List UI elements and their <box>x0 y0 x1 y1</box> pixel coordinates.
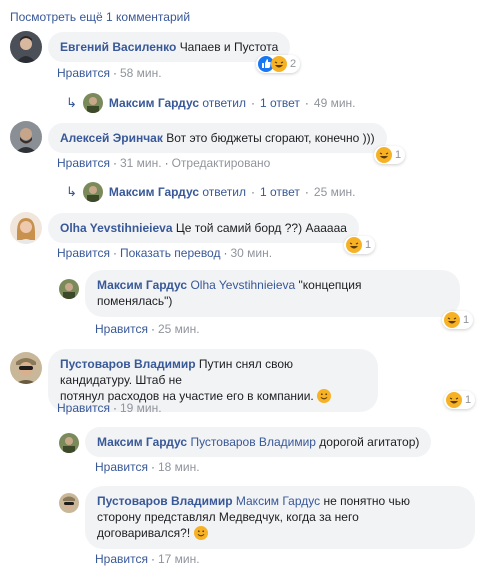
like-button[interactable]: Нравится <box>57 401 110 415</box>
reply-avatar <box>82 182 103 202</box>
comment-author[interactable]: Евгений Василенко <box>60 40 176 54</box>
smile-emoji-icon <box>193 526 208 540</box>
haha-reaction-icon <box>376 147 392 163</box>
haha-reaction-icon <box>444 312 460 328</box>
comment-bubble: Евгений Василенко Чапаев и Пустота <box>48 32 291 62</box>
avatar[interactable] <box>59 493 79 513</box>
comment-time[interactable]: 19 мин. <box>120 401 162 415</box>
comment-bubble: Максим Гардус Olha Yevstihnieieva "конце… <box>85 270 460 317</box>
avatar[interactable] <box>10 121 42 153</box>
avatar-image-1 <box>10 31 42 63</box>
comment-actions: Нравится · 17 мин. <box>95 552 200 566</box>
reaction-summary[interactable]: 1 <box>344 236 376 254</box>
reply-author[interactable]: Максим Гардус <box>109 96 199 110</box>
reply-action: ответил <box>202 96 246 110</box>
avatar[interactable] <box>59 279 79 299</box>
smile-emoji-icon <box>317 389 332 403</box>
comment-text: сторону представлял Медведчук, когда за … <box>97 510 359 524</box>
haha-reaction-icon <box>446 392 462 408</box>
comment-text: договаривался?! <box>97 526 191 540</box>
comment-bubble: Пустоваров Владимир Максим Гардус не пон… <box>85 486 475 549</box>
like-button[interactable]: Нравится <box>95 322 148 336</box>
reply-arrow-icon: ↳ <box>66 95 77 110</box>
reaction-summary[interactable]: 1 <box>374 146 406 164</box>
comment-bubble: Olha Yevstihnieieva Це той самий борд ??… <box>48 213 359 243</box>
reaction-count: 1 <box>365 239 372 251</box>
comment-actions: Нравится · 31 мин. · Отредактировано <box>57 156 271 170</box>
comment-author[interactable]: Olha Yevstihnieieva <box>60 221 173 235</box>
reaction-count: 2 <box>290 58 297 70</box>
mention-link[interactable]: Пустоваров Владимир <box>190 435 316 449</box>
replies-summary-link[interactable]: ↳ Максим Гардус ответил · 1 ответ · 25 мин. <box>66 182 356 202</box>
like-button[interactable]: Нравится <box>57 156 110 170</box>
comment-actions: Нравится · 18 мин. <box>95 460 200 474</box>
comment-time[interactable]: 31 мин. <box>120 156 162 170</box>
comment-actions: Нравится · 58 мин. <box>57 66 162 80</box>
comment-time[interactable]: 58 мин. <box>120 66 162 80</box>
like-button[interactable]: Нравится <box>95 460 148 474</box>
comment-bubble: Максим Гардус Пустоваров Владимир дорого… <box>85 427 432 457</box>
reply-count[interactable]: 1 ответ <box>260 96 300 110</box>
avatar[interactable] <box>59 433 79 453</box>
show-translation-link[interactable]: Показать перевод <box>120 246 221 260</box>
comment-author[interactable]: Максим Гардус <box>97 278 187 292</box>
haha-reaction-icon <box>346 237 362 253</box>
reply-action: ответил <box>202 185 246 199</box>
comment-bubble: Алексей Эринчак Вот это бюджеты сгорают,… <box>48 123 387 153</box>
comment-text: Вот это бюджеты сгорают, конечно ))) <box>166 131 375 145</box>
avatar-image-3 <box>10 212 42 244</box>
comment-time[interactable]: 18 мин. <box>158 460 200 474</box>
haha-reaction-icon <box>271 56 287 72</box>
reaction-count: 1 <box>395 149 402 161</box>
reply-time: 25 мин. <box>313 185 356 199</box>
avatar-image-4 <box>10 352 42 384</box>
comment-author[interactable]: Максим Гардус <box>97 435 187 449</box>
comment-text: не понятно чью <box>323 494 411 508</box>
like-button[interactable]: Нравится <box>95 552 148 566</box>
edited-label[interactable]: Отредактировано <box>172 156 271 170</box>
comment-author[interactable]: Пустоваров Владимир <box>97 494 233 508</box>
comment-author[interactable]: Алексей Эринчак <box>60 131 163 145</box>
avatar-image-2 <box>10 121 42 153</box>
reaction-summary[interactable]: 1 <box>444 391 476 409</box>
comment-text: "концепция <box>298 278 362 292</box>
comment-text: поменялась") <box>97 294 173 308</box>
comment-text: Це той самий борд ??) Аааааа <box>175 221 347 235</box>
comment-text: дорогой агитатор) <box>319 435 420 449</box>
reply-time: 49 мин. <box>313 96 356 110</box>
reply-avatar <box>82 93 103 113</box>
mention-link[interactable]: Максим Гардус <box>236 494 320 508</box>
comment-author[interactable]: Пустоваров Владимир <box>60 357 196 371</box>
avatar[interactable] <box>10 212 42 244</box>
replies-summary-link[interactable]: ↳ Максим Гардус ответил · 1 ответ · 49 мин. <box>66 93 356 113</box>
comment-actions: Нравится · 19 мин. <box>57 401 162 415</box>
reaction-count: 1 <box>465 394 472 406</box>
comment-actions: Нравится · 25 мин. <box>95 322 200 336</box>
like-button[interactable]: Нравится <box>57 246 110 260</box>
reply-author[interactable]: Максим Гардус <box>109 185 199 199</box>
mention-link[interactable]: Olha Yevstihnieieva <box>190 278 295 292</box>
reaction-summary[interactable]: 2 <box>256 55 301 73</box>
reply-count[interactable]: 1 ответ <box>260 185 300 199</box>
comment-text: Чапаев и Пустота <box>179 40 279 54</box>
avatar[interactable] <box>10 31 42 63</box>
comment-time[interactable]: 25 мин. <box>158 322 200 336</box>
reaction-summary[interactable]: 1 <box>442 311 474 329</box>
comment-time[interactable]: 17 мин. <box>158 552 200 566</box>
reaction-count: 1 <box>463 314 470 326</box>
reply-arrow-icon: ↳ <box>66 184 77 199</box>
comment-time[interactable]: 30 мин. <box>230 246 272 260</box>
comment-actions: Нравится · Показать перевод · 30 мин. <box>57 246 273 260</box>
avatar[interactable] <box>10 352 42 384</box>
view-more-comments-link[interactable]: Посмотреть ещё 1 комментарий <box>10 10 190 24</box>
like-button[interactable]: Нравится <box>57 66 110 80</box>
